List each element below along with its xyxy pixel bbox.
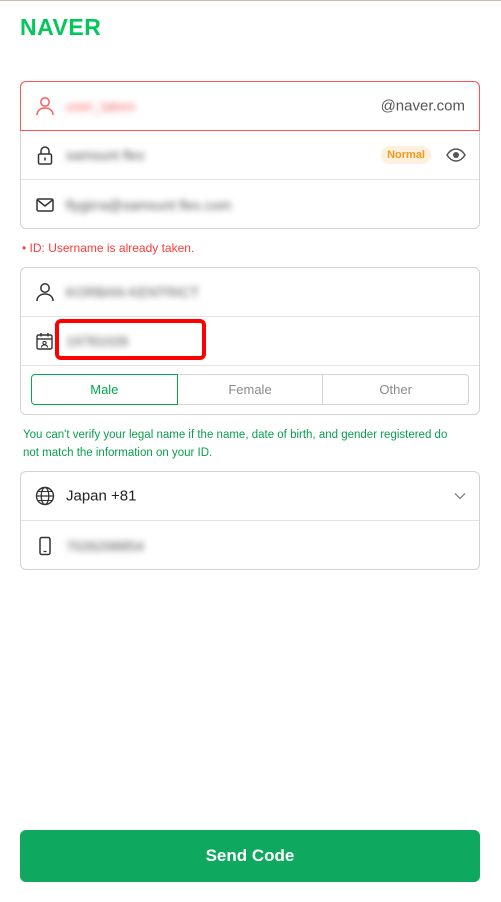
- password-strength-badge: Normal: [381, 146, 431, 164]
- user-icon: [33, 94, 57, 118]
- identity-notice: You can't verify your legal name if the …: [23, 429, 448, 459]
- phone-input[interactable]: 7026298854: [66, 538, 144, 554]
- gender-female-button[interactable]: Female: [176, 374, 324, 405]
- birthdate-highlight-box: [55, 319, 206, 360]
- phone-field[interactable]: 7026298854: [21, 521, 479, 570]
- phone-icon: [33, 534, 57, 558]
- username-input[interactable]: user_taken: [66, 98, 135, 114]
- naver-logo: NAVER: [20, 14, 102, 40]
- send-code-button[interactable]: Send Code: [20, 830, 480, 882]
- chevron-down-icon: [453, 489, 467, 503]
- username-error-message: • ID: Username is already taken.: [22, 241, 195, 255]
- password-field[interactable]: samsunt flex Normal: [21, 131, 479, 180]
- phone-box: Japan +81 7026298854: [20, 471, 480, 570]
- mail-icon: [33, 193, 57, 217]
- lock-icon: [33, 143, 57, 167]
- user-icon: [33, 280, 57, 304]
- country-select[interactable]: Japan +81: [21, 472, 479, 521]
- country-value: Japan +81: [66, 487, 137, 505]
- gender-selector: Male Female Other: [31, 374, 470, 406]
- password-input[interactable]: samsunt flex: [66, 147, 145, 163]
- domain-suffix: @naver.com: [380, 97, 465, 115]
- username-field[interactable]: user_taken @naver.com: [20, 81, 480, 131]
- name-input[interactable]: KORBAN KENTRICT: [66, 284, 199, 300]
- account-fields-box: user_taken @naver.com samsunt flex Norma…: [20, 81, 480, 229]
- name-field[interactable]: KORBAN KENTRICT: [21, 268, 479, 317]
- email-input[interactable]: flygirra@samsunt flex.com: [66, 197, 231, 213]
- gender-male-button[interactable]: Male: [31, 374, 178, 405]
- email-field[interactable]: flygirra@samsunt flex.com: [21, 180, 479, 229]
- top-divider: [0, 0, 501, 1]
- eye-icon[interactable]: [445, 144, 467, 166]
- gender-other-button[interactable]: Other: [322, 374, 470, 405]
- globe-icon: [33, 484, 57, 508]
- calendar-icon: [33, 329, 57, 353]
